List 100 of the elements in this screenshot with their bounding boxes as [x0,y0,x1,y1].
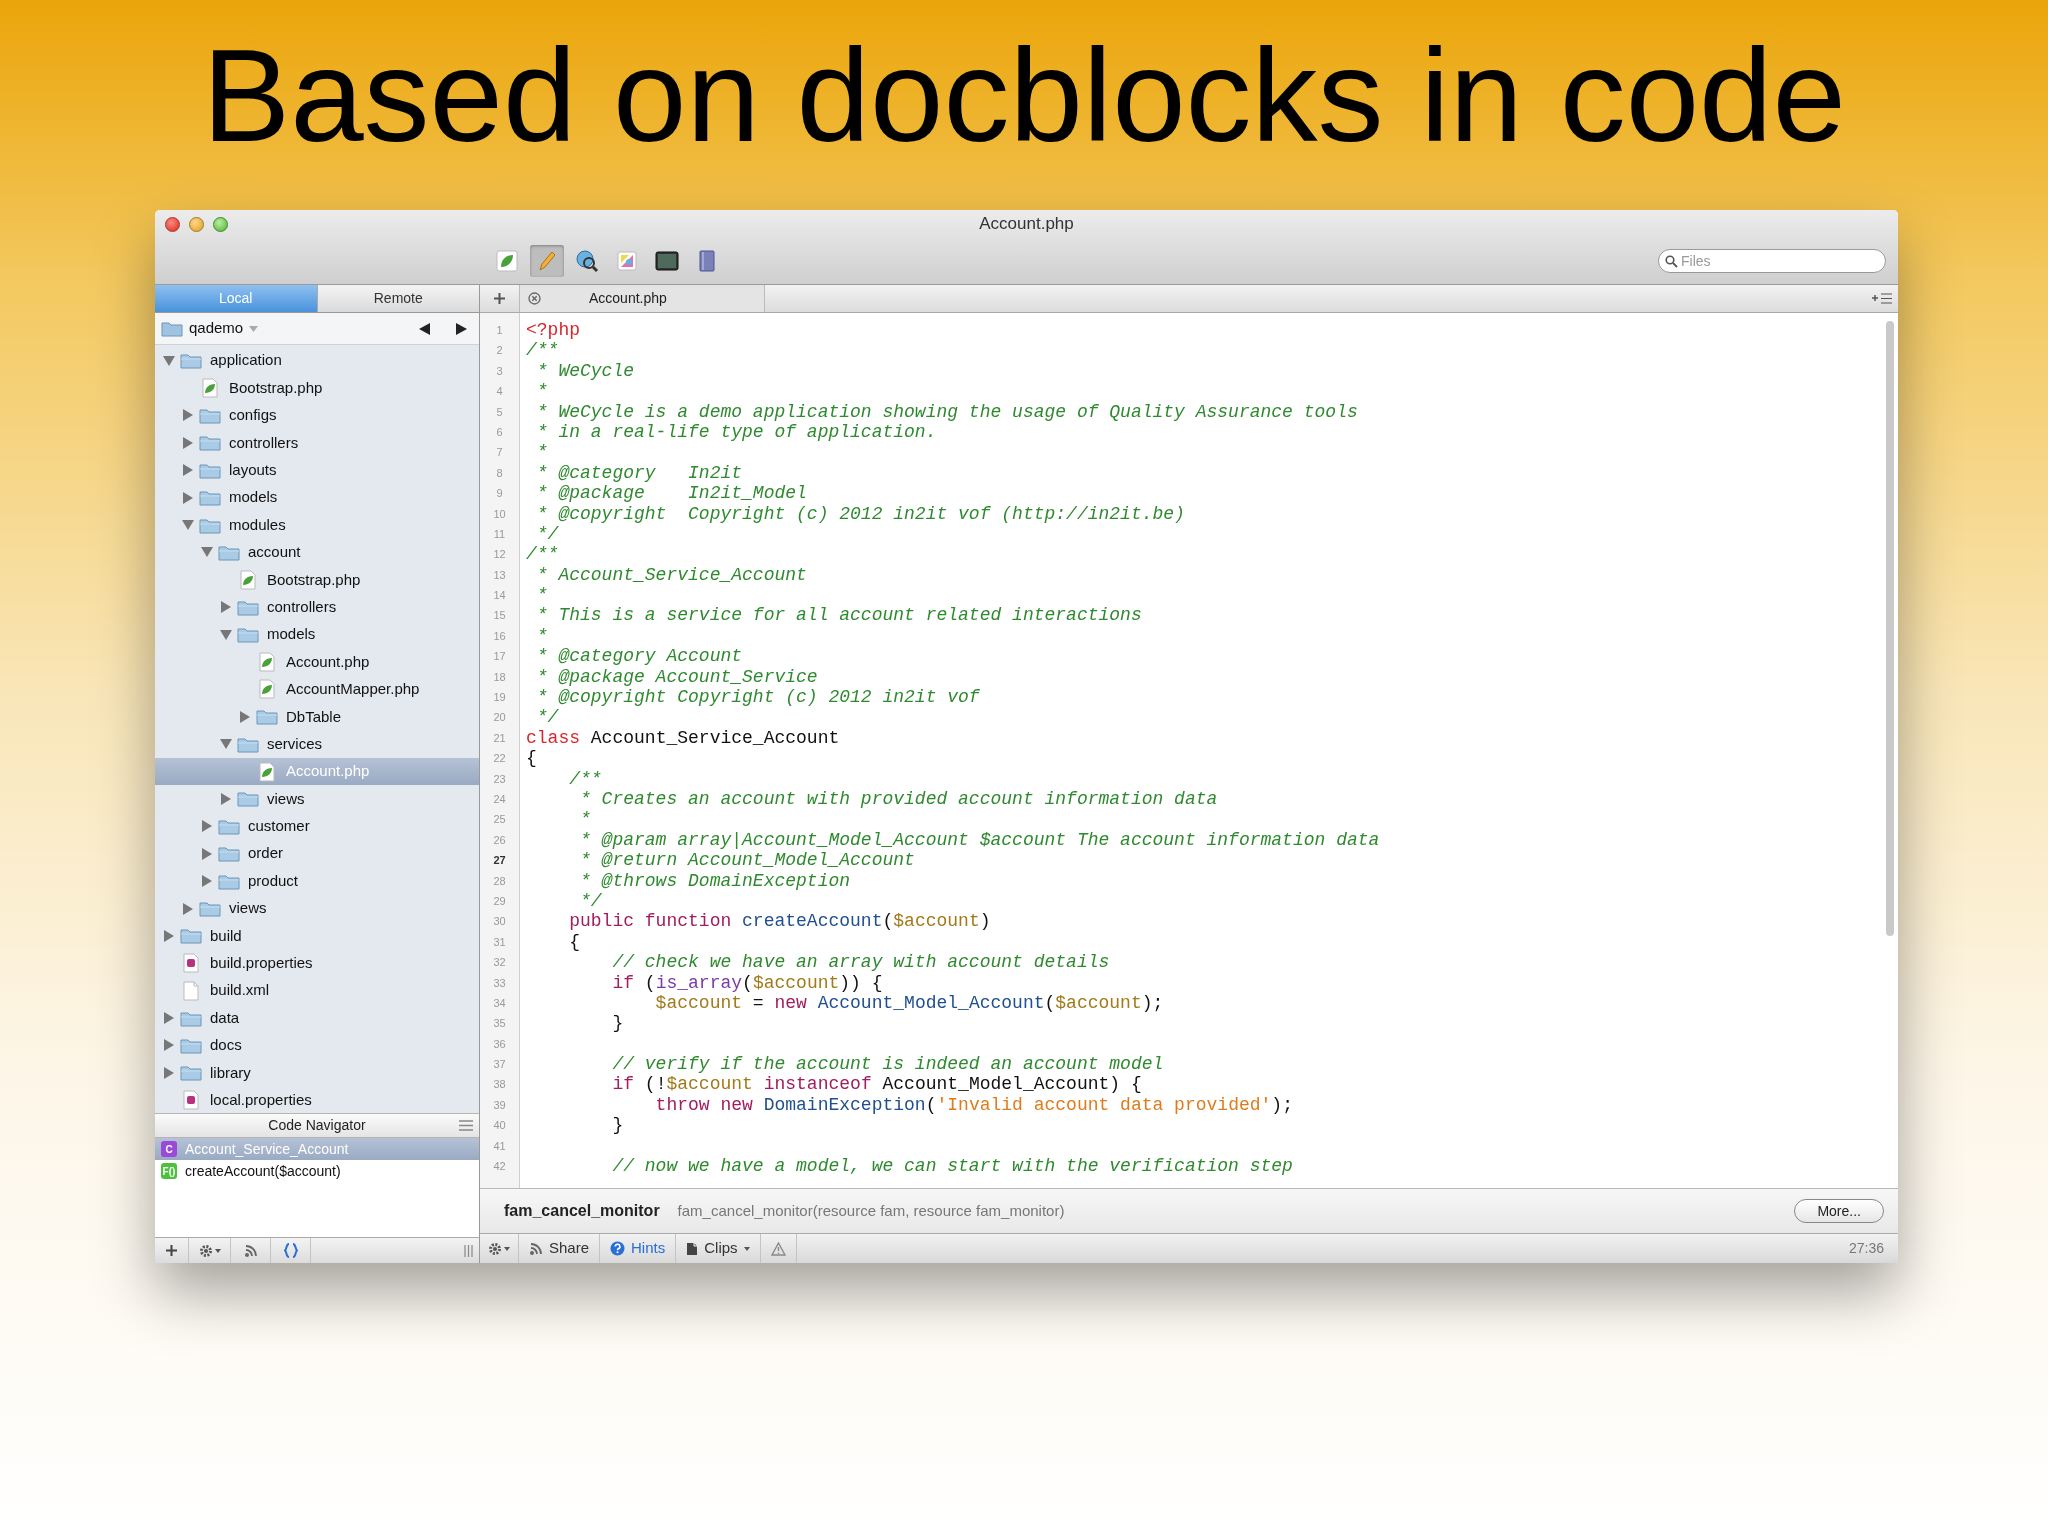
caret-icon [504,1246,510,1251]
php-file-icon [240,569,256,590]
disclosure-triangle-icon[interactable] [182,409,194,422]
close-button[interactable] [165,216,180,232]
minimize-button[interactable] [189,216,204,232]
clips-button[interactable]: Clips [676,1234,761,1263]
disclosure-triangle-icon[interactable] [201,546,213,559]
folder-icon [199,489,221,507]
file-name: Account.php [286,651,370,672]
back-arrow-icon[interactable] [419,322,431,335]
disclosure-triangle-icon[interactable] [182,519,194,532]
warning-icon [770,1241,786,1256]
file-name: Bootstrap.php [267,569,361,590]
tree-item[interactable]: order [155,840,479,868]
line-number: 4 [495,384,504,400]
disclosure-triangle-icon[interactable] [201,875,213,888]
tree-item[interactable]: controllers [155,593,479,621]
code-line: */ [535,523,559,544]
search-field[interactable]: Files [1658,249,1886,273]
editor-tab[interactable]: Account.php [520,285,765,312]
folder-icon [237,598,259,616]
forward-arrow-icon[interactable] [455,322,467,335]
disclosure-triangle-icon[interactable] [220,628,232,641]
tree-item[interactable]: product [155,867,479,895]
file-icon [183,980,199,1001]
disclosure-triangle-icon[interactable] [239,710,251,723]
disclosure-triangle-icon[interactable] [163,1012,175,1025]
code-line: // check we have an array with account details [611,952,1110,973]
navigator-item[interactable]: C Account_Service_Account [155,1138,479,1160]
tree-item[interactable]: views [155,785,479,813]
tree-item[interactable]: build.properties [155,949,479,977]
menu-icon[interactable] [459,1120,473,1131]
tree-item[interactable]: layouts [155,456,479,484]
code-line: * @package In2it_Model [535,483,807,504]
share-button[interactable]: Share [519,1234,601,1263]
disclosure-triangle-icon[interactable] [163,1039,175,1052]
disclosure-triangle-icon[interactable] [201,820,213,833]
tree-item[interactable]: controllers [155,429,479,457]
file-name: data [210,1007,240,1028]
sidebar-tab[interactable]: Remote [316,285,479,312]
resize-grip-icon[interactable] [464,1244,473,1257]
code-line: * @copyright Copyright (c) 2012 in2it vof (http://in2it.be) [535,503,1185,524]
line-number: 14 [492,588,507,604]
code-line: /** [568,768,602,789]
tab-list-icon[interactable] [1872,293,1892,304]
tree-item[interactable]: Bootstrap.php [155,566,479,594]
disclosure-triangle-icon[interactable] [201,847,213,860]
tree-item[interactable]: account [155,538,479,567]
tree-item[interactable]: build.xml [155,977,479,1005]
more-button[interactable]: More... [1794,1199,1884,1223]
disclosure-triangle-icon[interactable] [220,738,232,751]
disclosure-triangle-icon[interactable] [182,491,194,504]
disclosure-triangle-icon[interactable] [163,929,175,942]
line-number: 3 [495,363,504,379]
line-number: 38 [492,1077,507,1093]
tree-item[interactable]: models [155,620,479,649]
disclosure-triangle-icon[interactable] [182,436,194,449]
disclosure-triangle-icon[interactable] [182,902,194,915]
line-number: 23 [492,771,507,787]
tree-item[interactable]: services [155,730,479,758]
tree-item[interactable]: data [155,1004,479,1032]
code-line: * Creates an account with provided account information data [579,789,1218,809]
line-number: 7 [495,445,504,461]
tree-item[interactable]: customer [155,812,479,841]
tree-item[interactable]: DbTable [155,703,479,731]
tree-item[interactable]: modules [155,511,479,539]
scrollbar[interactable] [1886,321,1894,936]
line-number: 24 [492,792,507,807]
tree-item[interactable]: application [155,347,479,375]
line-number: 9 [495,486,504,502]
project-name[interactable]: qademo [189,317,244,340]
disclosure-triangle-icon[interactable] [220,601,232,614]
code-line: { [526,748,537,769]
file-name: services [267,733,322,754]
code-line: { [568,931,580,952]
tree-item[interactable]: configs [155,401,479,430]
disclosure-triangle-icon[interactable] [163,1066,175,1079]
code-line: // now we have a model, we can start with the verification step [611,1156,1293,1176]
disclosure-triangle-icon[interactable] [163,354,175,367]
tree-item[interactable]: AccountMapper.php [155,675,479,704]
php-file-icon [259,679,275,700]
tree-item[interactable]: docs [155,1031,479,1060]
line-number: 37 [492,1057,507,1073]
tree-item[interactable]: views [155,894,479,923]
file-name: account [248,542,301,563]
plus-icon [166,1245,177,1256]
tree-item[interactable]: local.properties [155,1086,479,1113]
tree-item[interactable]: models [155,483,479,512]
zoom-button[interactable] [213,216,228,232]
line-number: 20 [492,710,507,726]
dropdown-caret-icon[interactable] [249,325,259,332]
tree-item[interactable]: build [155,922,479,950]
navigator-item[interactable]: F() createAccount($account) [155,1160,479,1182]
tree-item[interactable]: library [155,1059,479,1087]
disclosure-triangle-icon[interactable] [182,464,194,477]
close-icon[interactable] [528,292,541,305]
tree-item[interactable]: Bootstrap.php [155,374,479,402]
tree-item[interactable]: Account.php [155,648,479,676]
hints-button[interactable]: Hints [600,1234,677,1263]
disclosure-triangle-icon[interactable] [220,792,232,805]
